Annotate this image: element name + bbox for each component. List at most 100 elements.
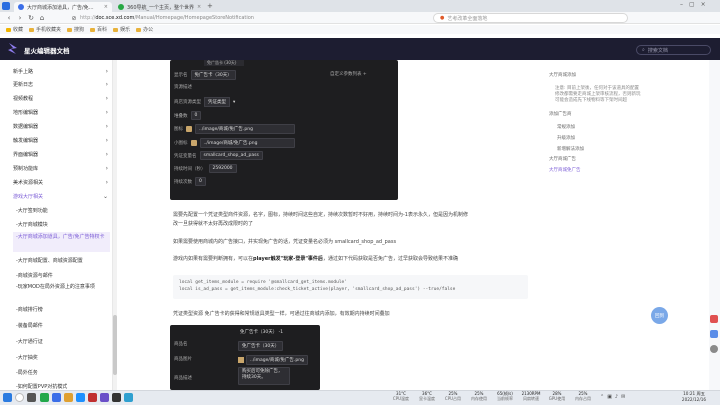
bookmark-item[interactable]: 办公 [136,26,153,33]
paragraph-4: 凭证类型资源 免广告卡的获得和常规道具类型一样，可通过往商城内添加，有效期内持续… [173,311,390,317]
star-icon [6,27,11,32]
browser-tab[interactable]: 360导航_一个主页，整个世界 × [114,2,204,12]
sidebar-item-quests[interactable]: -局外任务 [13,369,110,376]
start-menu-icon[interactable] [3,393,12,402]
search-engine-icon: ● [440,15,445,21]
toc-item[interactable]: 添加广告商 [549,111,572,117]
chevron-right-icon: › [105,68,108,75]
sidebar-item-equip-mail[interactable]: -装备局邮件 [13,322,110,329]
search-icon[interactable] [15,393,24,402]
close-tab-icon[interactable]: × [104,4,108,10]
code-block[interactable]: local get_items_module = require '@small… [173,275,528,299]
taskbar-app-icon[interactable] [76,393,85,402]
toc-item[interactable]: 升级添加 [557,135,575,141]
sidebar-item-ranking[interactable]: -商城排行榜 [13,306,110,313]
stat-cpu-usage: 25% CPU占用 [444,391,462,401]
sidebar-item-beginner[interactable]: 新手上路 › [13,68,110,75]
security-icon[interactable]: ⊘ [70,14,78,22]
window-controls[interactable]: –▢× [680,1,712,8]
url-field[interactable]: http://doc.sce.xd.com/Manual/Homepage/Ho… [80,14,254,22]
bookmark-item[interactable]: 娱乐 [113,26,130,33]
taskbar-app-icon[interactable] [52,393,61,402]
panel-title: 免广告卡 (30天) [204,60,244,66]
bookmark-item[interactable]: 收藏 [6,26,23,33]
tab-title: 大厅商城添加道具，广告/免… [27,4,94,11]
chevron-right-icon: › [105,151,108,158]
search-icon: ⌕ [642,47,645,53]
sidebar-item-data[interactable]: 数据编辑器 › [13,123,110,130]
paragraph-2: 如果需要使用商城内的广告接口，并实现免广告的话，凭证变量名必须为 smallca… [173,239,397,245]
toc-item-active[interactable]: 大厅商城免广告 [549,167,581,173]
sidebar-item-lobby[interactable]: 游戏大厅相关 ⌄ [13,193,110,200]
taskbar-app-icon[interactable] [100,393,109,402]
taskbar-app-icon[interactable] [88,393,97,402]
home-icon[interactable]: ⌂ [38,14,46,22]
back-icon[interactable]: ‹ [5,14,13,22]
sidebar-item-lottery[interactable]: -大厅抽奖 [13,354,110,361]
taskbar-app-icon[interactable] [112,393,121,402]
stat-mem-usage: 25% 内存使用 [471,391,487,401]
toc-item[interactable]: 新增解法添加 [557,146,584,152]
sidebar-scroll-thumb[interactable] [113,315,117,375]
chevron-down-icon: ▾ [233,99,236,105]
tray-icons[interactable]: ⌃▣♪✉ [600,394,628,400]
sidebar-item-current[interactable]: -大厅商城添加道具，广告/免广告特权卡 [13,232,110,252]
toc-item[interactable]: 大厅商城添加 [549,72,576,78]
toc-item[interactable]: 常规添加 [557,124,575,130]
chevron-right-icon: › [105,123,108,130]
sidebar-item-store-mail[interactable]: -商城资源与邮件 [13,272,110,279]
browser-tab-bar: 大厅商城添加道具，广告/免… × 360导航_一个主页，整个世界 × + –▢× [0,0,720,12]
doc-search-input[interactable]: ⌕ 搜索文档 [636,45,711,55]
sidebar-item-signin[interactable]: -大厅签到功能 [13,207,110,214]
type-select: 凭证类型 [204,97,230,107]
site-header [0,38,720,60]
side-app-icon[interactable] [710,330,718,338]
browser-search-input[interactable]: ● 艺考改革全面落地 [433,13,628,23]
editor-screenshot-2: 免广告卡（30天） -1 商品名 免广告卡（30天） 商品图片 ../image… [170,325,320,390]
chevron-right-icon: › [105,109,108,116]
sidebar-item-ui[interactable]: 界面编辑器 › [13,151,110,158]
name-field: 免广告卡（30天） [190,70,236,80]
sidebar-item-terrain[interactable]: 地形编辑器 › [13,109,110,116]
chevron-right-icon: › [105,95,108,102]
task-view-icon[interactable] [27,393,36,402]
sidebar-item-video[interactable]: 视频教程 › [13,95,110,102]
image-thumb-icon [186,126,192,132]
toc-item[interactable]: 大厅商城广告 [549,156,576,162]
browser-tab-active[interactable]: 大厅商城添加道具，广告/免… × [14,2,112,12]
bookmark-item[interactable]: 手机收藏夹 [29,26,61,33]
side-app-icon[interactable] [710,315,718,323]
floating-back-button[interactable]: 回到 [651,307,668,324]
new-tab-icon[interactable]: + [207,2,213,10]
sidebar-item-trigger[interactable]: 触发编辑器 › [13,137,110,144]
site-logo-icon[interactable] [7,42,19,55]
taskbar-clock[interactable]: 10:21 周五 2022/12/16 [672,391,716,402]
taskbar-app-icon[interactable] [124,393,133,402]
sidebar-item-pass[interactable]: -大厅通行证 [13,338,110,345]
close-tab-icon[interactable]: × [197,4,201,10]
sidebar-item-store-config[interactable]: -大厅商城配置、商城资源配置 [13,257,110,264]
sidebar-item-prefab[interactable]: 预制功能库 › [13,165,110,172]
folder-icon [136,27,142,32]
taskbar-app-icon[interactable] [64,393,73,402]
side-app-icon[interactable] [710,345,718,353]
sidebar-item-changelog[interactable]: 更新日志 › [13,81,110,88]
taskbar-app-icon[interactable] [40,393,49,402]
sidebar-item-art[interactable]: 美术资源相关 › [13,179,110,186]
doc-sidebar: 新手上路 › 更新日志 › 视频教程 › 地形编辑器 › 数据编辑器 › 触发编辑器 › 界… [0,60,113,390]
browser-search-placeholder: 艺考改革全面落地 [447,15,488,22]
folder-icon [113,27,119,32]
site-name[interactable]: 星火编辑器文档 [24,45,70,55]
sidebar-item-pvp[interactable]: -如何配置PVP对抗模式 [13,383,110,390]
doc-search-placeholder: 搜索文档 [647,47,668,54]
stat-gpu-temp: 36°C 显卡温度 [419,391,435,401]
bookmark-item[interactable]: 百科 [90,26,107,33]
sidebar-scrollbar[interactable] [113,60,117,390]
forward-icon[interactable]: › [16,14,24,22]
bookmark-item[interactable]: 搜狗 [67,26,84,33]
refresh-icon[interactable]: ↻ [27,14,35,22]
sidebar-item-mod-notes[interactable]: -玩家MOD在局外资源上的注意事项 [13,284,110,298]
chevron-right-icon: › [105,137,108,144]
sidebar-item-store[interactable]: -大厅商城模块 [13,221,110,228]
browser-side-panel [709,60,720,390]
